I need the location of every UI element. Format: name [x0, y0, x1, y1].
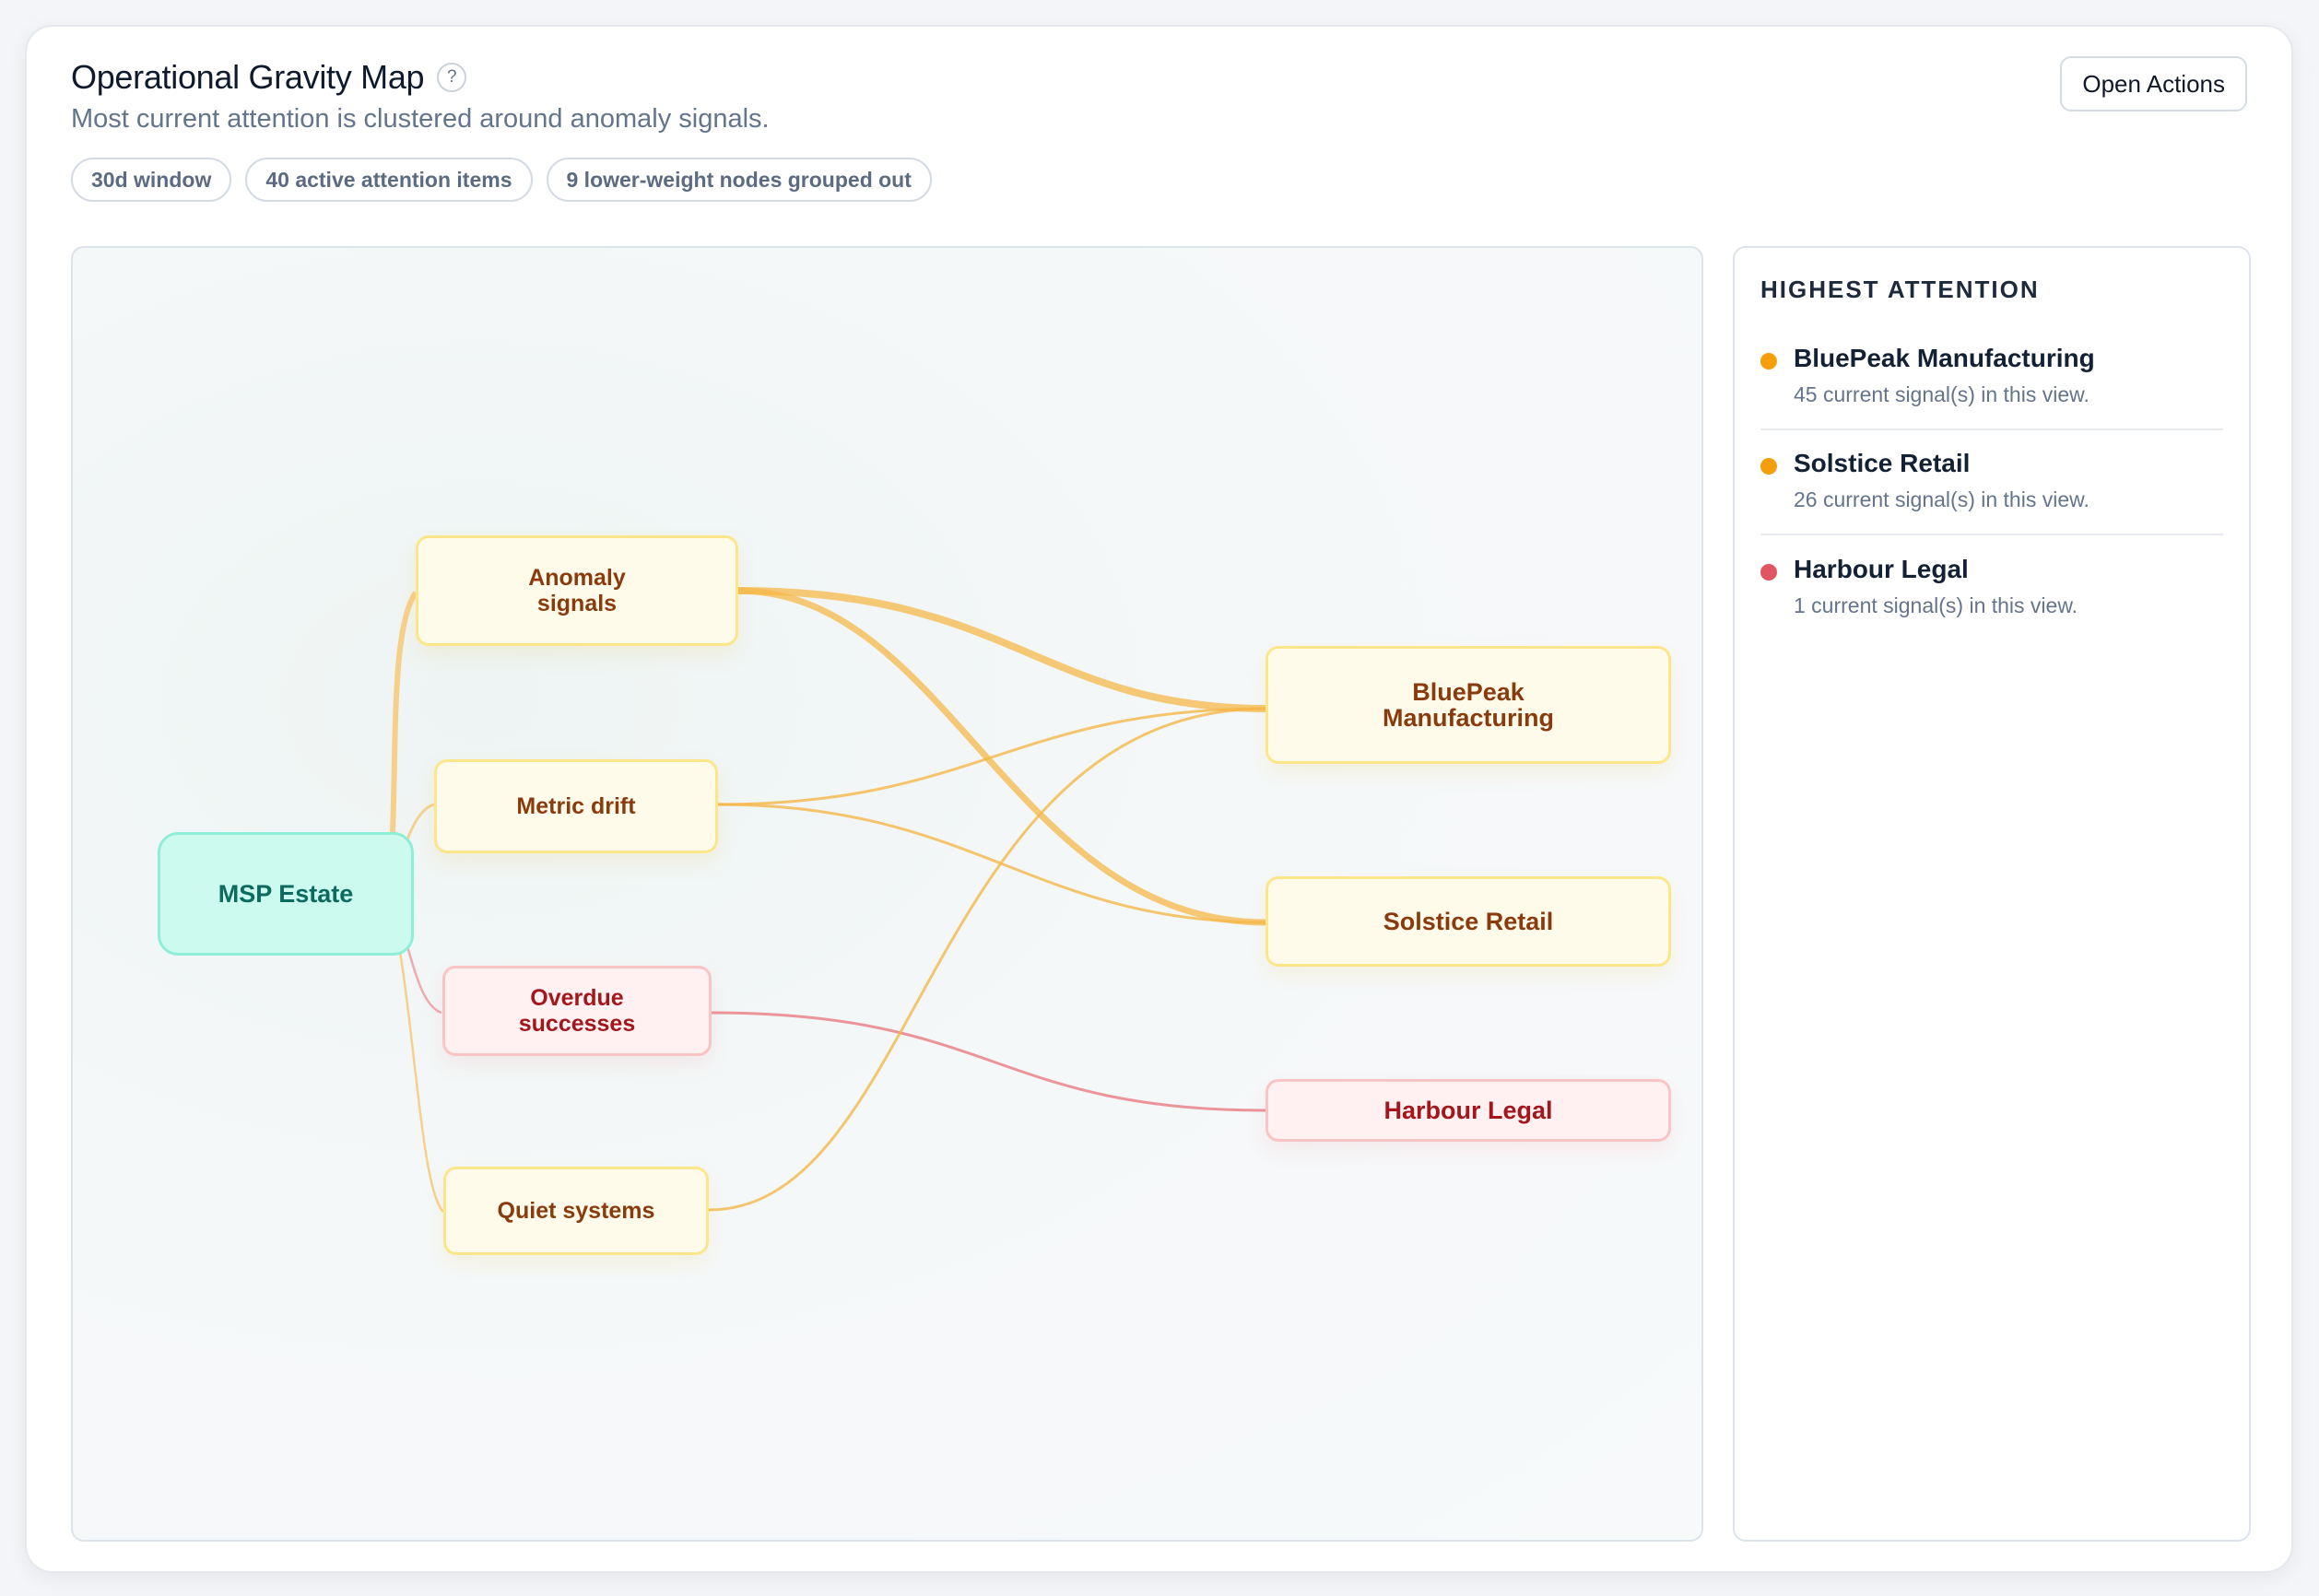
status-dot-icon [1760, 458, 1777, 475]
highest-attention-panel: HIGHEST ATTENTION BluePeak Manufacturing… [1733, 246, 2251, 1542]
node-bluepeak-manufacturing[interactable]: BluePeak Manufacturing [1265, 646, 1671, 764]
divider [1760, 534, 2223, 535]
status-dot-icon [1760, 564, 1777, 581]
open-actions-button[interactable]: Open Actions [2060, 56, 2247, 111]
divider [1760, 428, 2223, 430]
attention-item-name: Harbour Legal [1794, 555, 1969, 583]
attention-item-name: BluePeak Manufacturing [1794, 344, 2095, 372]
node-msp-estate[interactable]: MSP Estate [158, 832, 414, 956]
attention-item-desc: 1 current signal(s) in this view. [1794, 593, 2078, 617]
help-icon[interactable]: ? [437, 63, 467, 92]
title-row: Operational Gravity Map ? [71, 58, 467, 97]
page-title: Operational Gravity Map [71, 58, 425, 96]
attention-item-harbour[interactable]: Harbour Legal 1 current signal(s) in thi… [1760, 555, 2223, 619]
attention-item-solstice[interactable]: Solstice Retail 26 current signal(s) in … [1760, 449, 2223, 513]
node-metric-drift[interactable]: Metric drift [434, 759, 718, 853]
link-overdue-harbour [710, 1011, 1267, 1112]
attention-item-name: Solstice Retail [1794, 449, 1971, 477]
gravity-map-card: Operational Gravity Map ? Most current a… [25, 25, 2293, 1573]
chip-window: 30d window [71, 158, 232, 202]
link-drift-solstice [717, 803, 1267, 924]
gravity-map-canvas: MSP Estate Anomaly signals Metric drift … [71, 246, 1703, 1542]
status-dot-icon [1760, 353, 1777, 370]
node-harbour-legal[interactable]: Harbour Legal [1265, 1079, 1671, 1142]
link-drift-bluepeak [717, 707, 1267, 806]
node-overdue-successes[interactable]: Overdue successes [442, 966, 712, 1056]
node-solstice-retail[interactable]: Solstice Retail [1265, 876, 1671, 967]
attention-item-desc: 26 current signal(s) in this view. [1794, 487, 2089, 511]
side-heading: HIGHEST ATTENTION [1760, 276, 2040, 303]
attention-item-bluepeak[interactable]: BluePeak Manufacturing 45 current signal… [1760, 344, 2223, 408]
chip-grouped-out: 9 lower-weight nodes grouped out [546, 158, 932, 202]
link-quiet-bluepeak [708, 707, 1267, 1212]
chip-active-items: 40 active attention items [245, 158, 533, 202]
attention-item-desc: 45 current signal(s) in this view. [1794, 382, 2089, 406]
filter-chips: 30d window 40 active attention items 9 l… [71, 158, 932, 202]
node-anomaly-signals[interactable]: Anomaly signals [416, 535, 738, 646]
node-quiet-systems[interactable]: Quiet systems [443, 1167, 709, 1255]
page-subtitle: Most current attention is clustered arou… [71, 104, 770, 134]
